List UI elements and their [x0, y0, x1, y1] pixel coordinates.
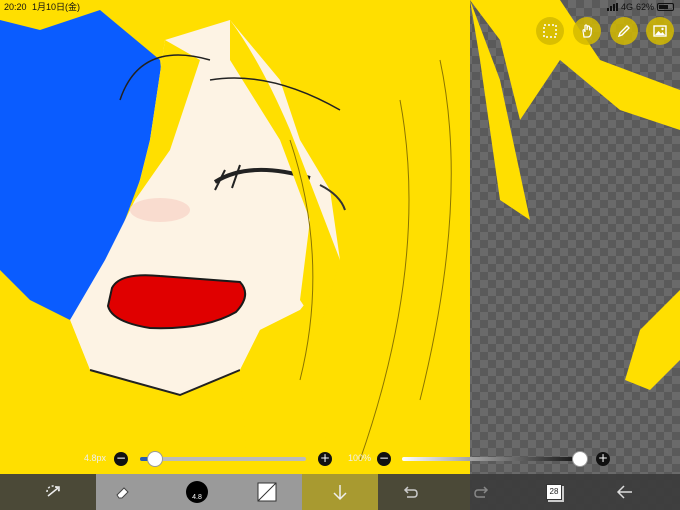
signal-icon	[606, 3, 618, 11]
opacity-decrease-button[interactable]: −	[377, 452, 391, 466]
image-tool-button[interactable]	[646, 17, 674, 45]
merge-down-button[interactable]	[313, 474, 367, 510]
color-button[interactable]	[240, 474, 294, 510]
hand-tool-button[interactable]	[573, 17, 601, 45]
redo-icon	[474, 486, 489, 498]
brush-size-slider[interactable]	[140, 457, 306, 461]
layers-button[interactable]: 28	[527, 474, 581, 510]
eraser-icon	[116, 487, 129, 499]
slider-row: 4.8px − + 100% − +	[0, 450, 680, 468]
brush-size-label: 4.8px	[84, 453, 107, 463]
drawing-canvas[interactable]	[0, 0, 680, 510]
selection-icon	[543, 24, 557, 38]
image-icon	[653, 25, 667, 37]
arrow-down-icon	[333, 485, 347, 501]
brush-size-slider-knob[interactable]	[146, 451, 163, 467]
undo-icon	[403, 486, 418, 498]
opacity-increase-button[interactable]: +	[596, 452, 610, 466]
undo-button[interactable]	[383, 474, 437, 510]
battery-label: 62%	[635, 2, 654, 12]
battery-icon	[657, 3, 674, 11]
brush-size-decrease-button[interactable]: −	[114, 452, 128, 466]
pen-icon	[617, 25, 630, 38]
status-bar: 20:20 1月10日(金) 4G 62%	[0, 0, 680, 14]
brush-button[interactable]: 4.8	[170, 474, 224, 510]
hand-icon	[582, 24, 593, 38]
opacity-slider-knob[interactable]	[572, 451, 588, 467]
bottom-toolbar: 4.8 28	[0, 474, 680, 510]
color-swatch-icon	[257, 482, 277, 502]
network-label: 4G	[620, 2, 633, 12]
pen-tool-button[interactable]	[610, 17, 638, 45]
transform-button[interactable]	[26, 474, 80, 510]
brush-size-badge: 4.8	[186, 481, 208, 503]
transform-icon	[46, 485, 60, 497]
artwork	[0, 0, 680, 510]
opacity-slider[interactable]	[402, 457, 580, 461]
status-time: 20:20	[4, 2, 27, 12]
back-button[interactable]	[598, 474, 652, 510]
status-date: 1月10日(金)	[32, 2, 81, 12]
selection-tool-button[interactable]	[536, 17, 564, 45]
opacity-label: 100%	[348, 453, 372, 463]
redo-button[interactable]	[455, 474, 509, 510]
eraser-button[interactable]	[96, 474, 150, 510]
arrow-left-icon	[616, 485, 632, 499]
status-indicators: 4G 62%	[606, 0, 674, 14]
layers-count-icon: 28	[546, 484, 562, 500]
brush-size-increase-button[interactable]: +	[318, 452, 332, 466]
